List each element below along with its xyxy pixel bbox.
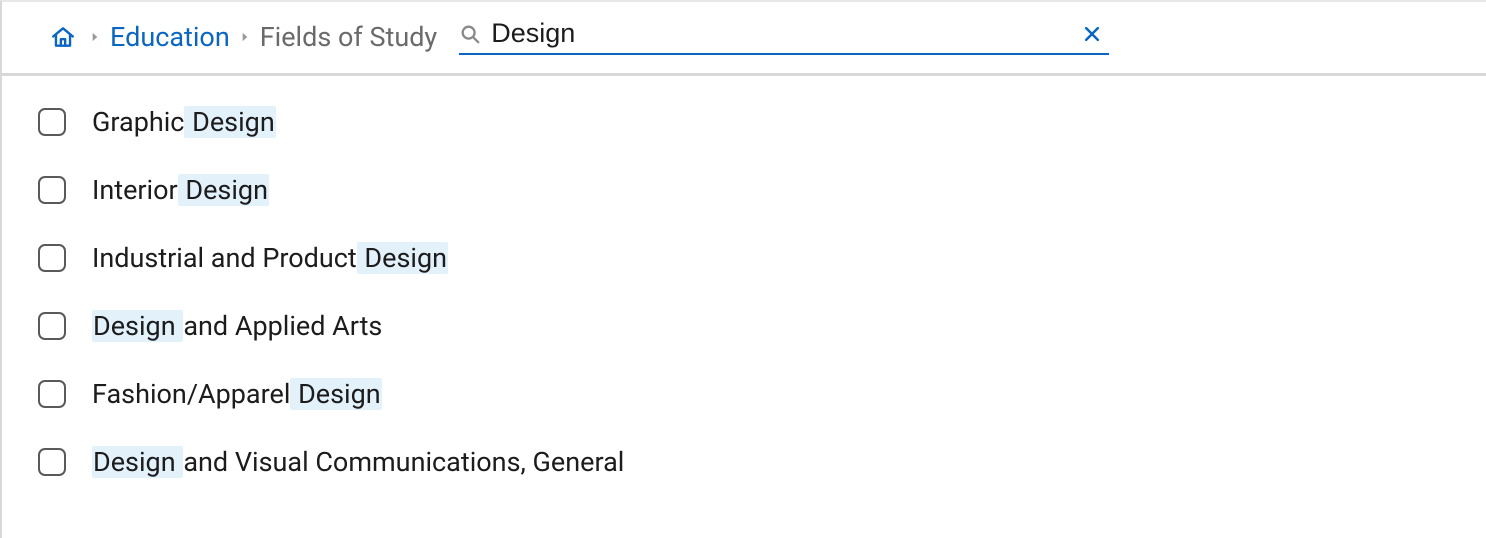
result-row[interactable]: Fashion/Apparel Design — [38, 360, 1486, 428]
breadcrumb-search-header: Education Fields of Study — [2, 2, 1486, 76]
result-row[interactable]: Design and Visual Communications, Genera… — [38, 428, 1486, 496]
clear-search-icon[interactable] — [1081, 23, 1103, 45]
result-label: Graphic Design — [92, 106, 276, 138]
result-label: Interior Design — [92, 174, 269, 206]
result-row[interactable]: Industrial and Product Design — [38, 224, 1486, 292]
checkbox[interactable] — [38, 312, 66, 340]
home-icon[interactable] — [50, 24, 76, 50]
results-list: Graphic Design Interior Design Industrial … — [2, 76, 1486, 496]
search-field-wrap — [459, 18, 1109, 55]
checkbox[interactable] — [38, 176, 66, 204]
checkbox[interactable] — [38, 448, 66, 476]
result-label: Design and Visual Communications, Genera… — [92, 446, 624, 478]
checkbox[interactable] — [38, 108, 66, 136]
result-row[interactable]: Design and Applied Arts — [38, 292, 1486, 360]
checkbox[interactable] — [38, 244, 66, 272]
breadcrumb-current: Fields of Study — [260, 21, 437, 53]
chevron-right-icon — [238, 30, 252, 44]
result-label: Industrial and Product Design — [92, 242, 448, 274]
result-row[interactable]: Graphic Design — [38, 98, 1486, 156]
result-label: Design and Applied Arts — [92, 310, 382, 342]
breadcrumb-education[interactable]: Education — [110, 21, 230, 53]
result-row[interactable]: Interior Design — [38, 156, 1486, 224]
filter-panel: Education Fields of Study — [0, 0, 1486, 538]
checkbox[interactable] — [38, 380, 66, 408]
chevron-right-icon — [88, 30, 102, 44]
search-input[interactable] — [491, 18, 1073, 49]
search-icon — [459, 23, 481, 45]
result-label: Fashion/Apparel Design — [92, 378, 382, 410]
